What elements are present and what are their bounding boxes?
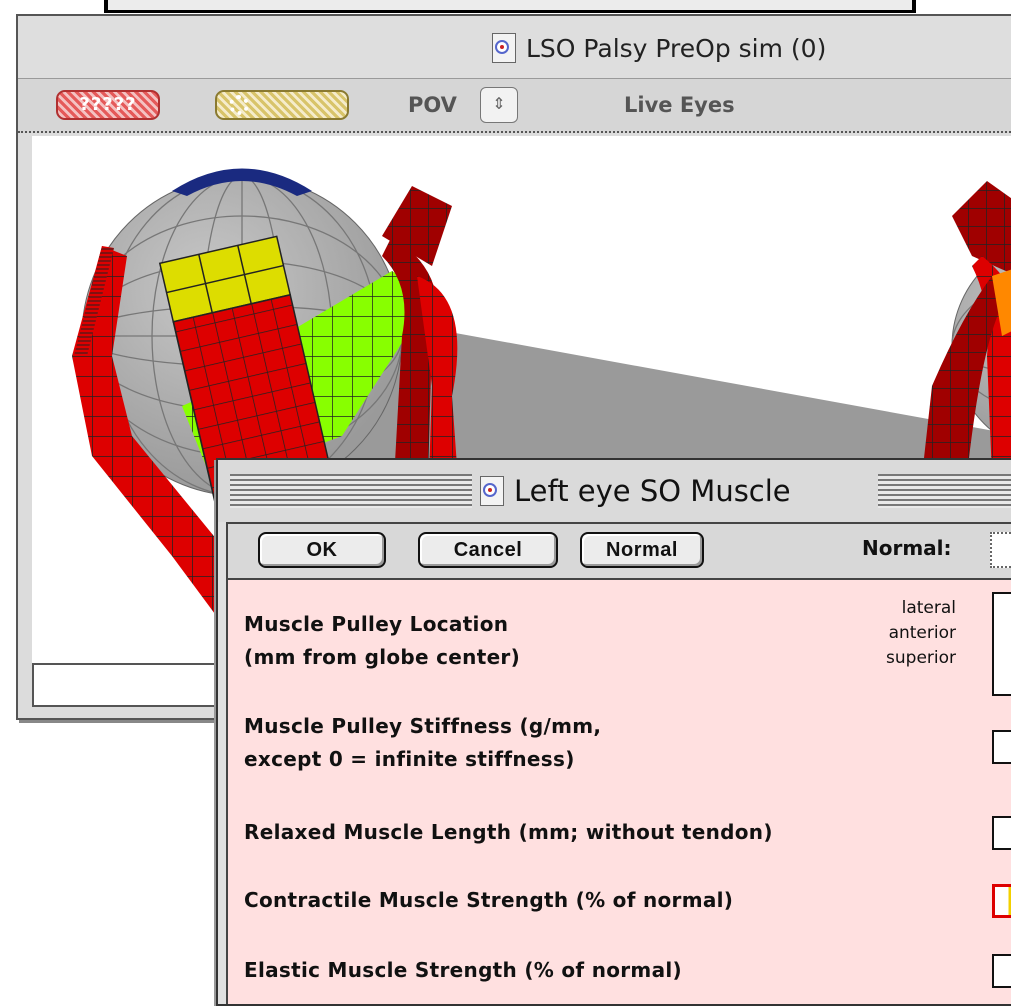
dialog-title: Left eye SO Muscle: [472, 470, 797, 512]
normal-field[interactable]: [990, 532, 1011, 568]
titlebar-stripes-left: [230, 474, 480, 508]
cancel-button[interactable]: Cancel: [418, 532, 558, 568]
pulley-stiffness-label: Muscle Pulley Stiffness (g/mm, except 0 …: [244, 710, 601, 776]
live-eyes-toggle[interactable]: Live Eyes: [624, 93, 735, 117]
document-eye-icon: [490, 33, 518, 63]
normal-field-label: Normal:: [862, 536, 952, 560]
titlebar-stripes-right: [878, 474, 1011, 508]
pulley-stiffness-line2: except 0 = infinite stiffness): [244, 747, 575, 771]
window-title-text: LSO Palsy PreOp sim (0): [526, 33, 827, 63]
pulley-stiffness-line1: Muscle Pulley Stiffness (g/mm,: [244, 714, 602, 738]
dialog-body: Muscle Pulley Location (mm from globe ce…: [226, 580, 1011, 1004]
elastic-strength-field[interactable]: [992, 954, 1011, 988]
contractile-strength-field[interactable]: [992, 884, 1011, 918]
so-muscle-dialog: Left eye SO Muscle OK Cancel Normal Norm…: [216, 458, 1011, 1006]
elastic-strength-label: Elastic Muscle Strength (% of normal): [244, 958, 682, 982]
unknown-mode-button[interactable]: ?????: [56, 90, 160, 120]
pulley-location-fields[interactable]: [992, 592, 1011, 696]
settings-tools-button[interactable]: [215, 90, 349, 120]
relaxed-length-field[interactable]: [992, 816, 1011, 850]
pulley-location-line2: (mm from globe center): [244, 645, 521, 669]
window-title: LSO Palsy PreOp sim (0): [490, 28, 826, 68]
axis-lateral-label: lateral: [901, 598, 956, 618]
contractile-strength-label: Contractile Muscle Strength (% of normal…: [244, 888, 734, 912]
pulley-stiffness-field[interactable]: [992, 730, 1011, 764]
pulley-location-label: Muscle Pulley Location (mm from globe ce…: [244, 608, 520, 674]
ok-button[interactable]: OK: [258, 532, 386, 568]
document-eye-icon: [478, 476, 506, 506]
axis-labels: lateral anterior superior: [816, 596, 956, 671]
dialog-title-text: Left eye SO Muscle: [514, 474, 791, 508]
toolbar: ????? POV ⇕ Live Eyes: [18, 79, 1011, 133]
background-window-edge: [104, 0, 916, 13]
dialog-titlebar[interactable]: Left eye SO Muscle: [218, 460, 1011, 522]
axis-superior-label: superior: [886, 648, 956, 668]
normal-button[interactable]: Normal: [580, 532, 704, 568]
axis-anterior-label: anterior: [888, 623, 956, 643]
pulley-location-line1: Muscle Pulley Location: [244, 612, 509, 636]
pov-stepper[interactable]: ⇕: [480, 87, 518, 123]
window-titlebar[interactable]: LSO Palsy PreOp sim (0): [18, 16, 1011, 79]
dialog-button-bar: OK Cancel Normal Normal:: [226, 522, 1011, 580]
pov-label: POV: [408, 93, 457, 117]
status-field[interactable]: [32, 663, 236, 707]
gear-icon: [229, 95, 249, 115]
relaxed-length-label: Relaxed Muscle Length (mm; without tendo…: [244, 820, 773, 844]
